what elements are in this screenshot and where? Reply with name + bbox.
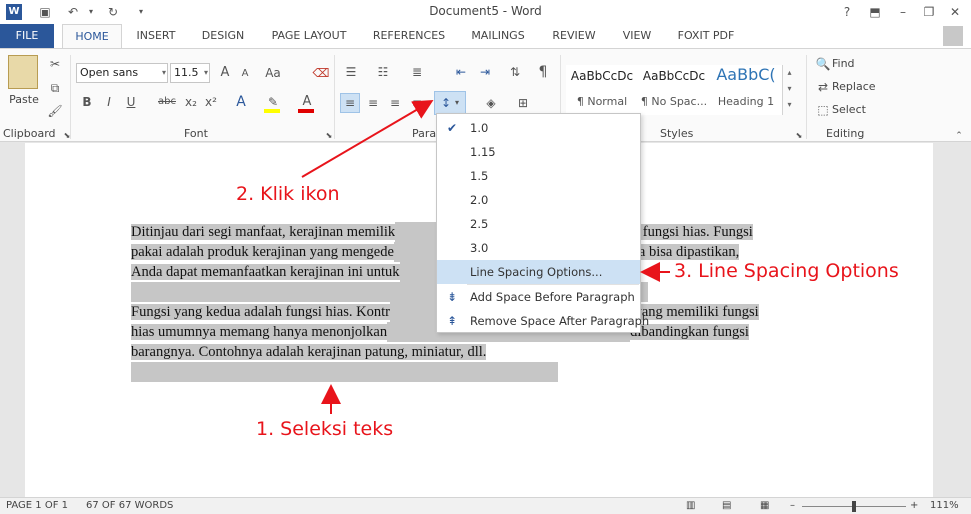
- web-layout-icon[interactable]: ▦: [760, 500, 769, 511]
- annotation-arrows: [301, 99, 670, 414]
- zoom-in-icon[interactable]: +: [910, 500, 918, 511]
- print-layout-icon[interactable]: ▤: [722, 500, 731, 511]
- zoom-out-icon[interactable]: –: [790, 500, 795, 511]
- annotation-step-1: 1. Seleksi teks: [256, 418, 394, 440]
- page-count[interactable]: PAGE 1 OF 1: [6, 500, 68, 511]
- word-count[interactable]: 67 OF 67 WORDS: [86, 500, 173, 511]
- arrow-to-line-spacing-icon: [301, 99, 434, 178]
- annotation-step-3: 3. Line Spacing Options: [674, 260, 899, 282]
- zoom-level[interactable]: 111%: [930, 500, 959, 511]
- zoom-slider-thumb[interactable]: [852, 501, 856, 512]
- status-bar: PAGE 1 OF 1 67 OF 67 WORDS ▥ ▤ ▦ – + 111…: [0, 497, 971, 514]
- annotation-step-2: 2. Klik ikon: [236, 183, 340, 205]
- read-mode-icon[interactable]: ▥: [686, 500, 695, 511]
